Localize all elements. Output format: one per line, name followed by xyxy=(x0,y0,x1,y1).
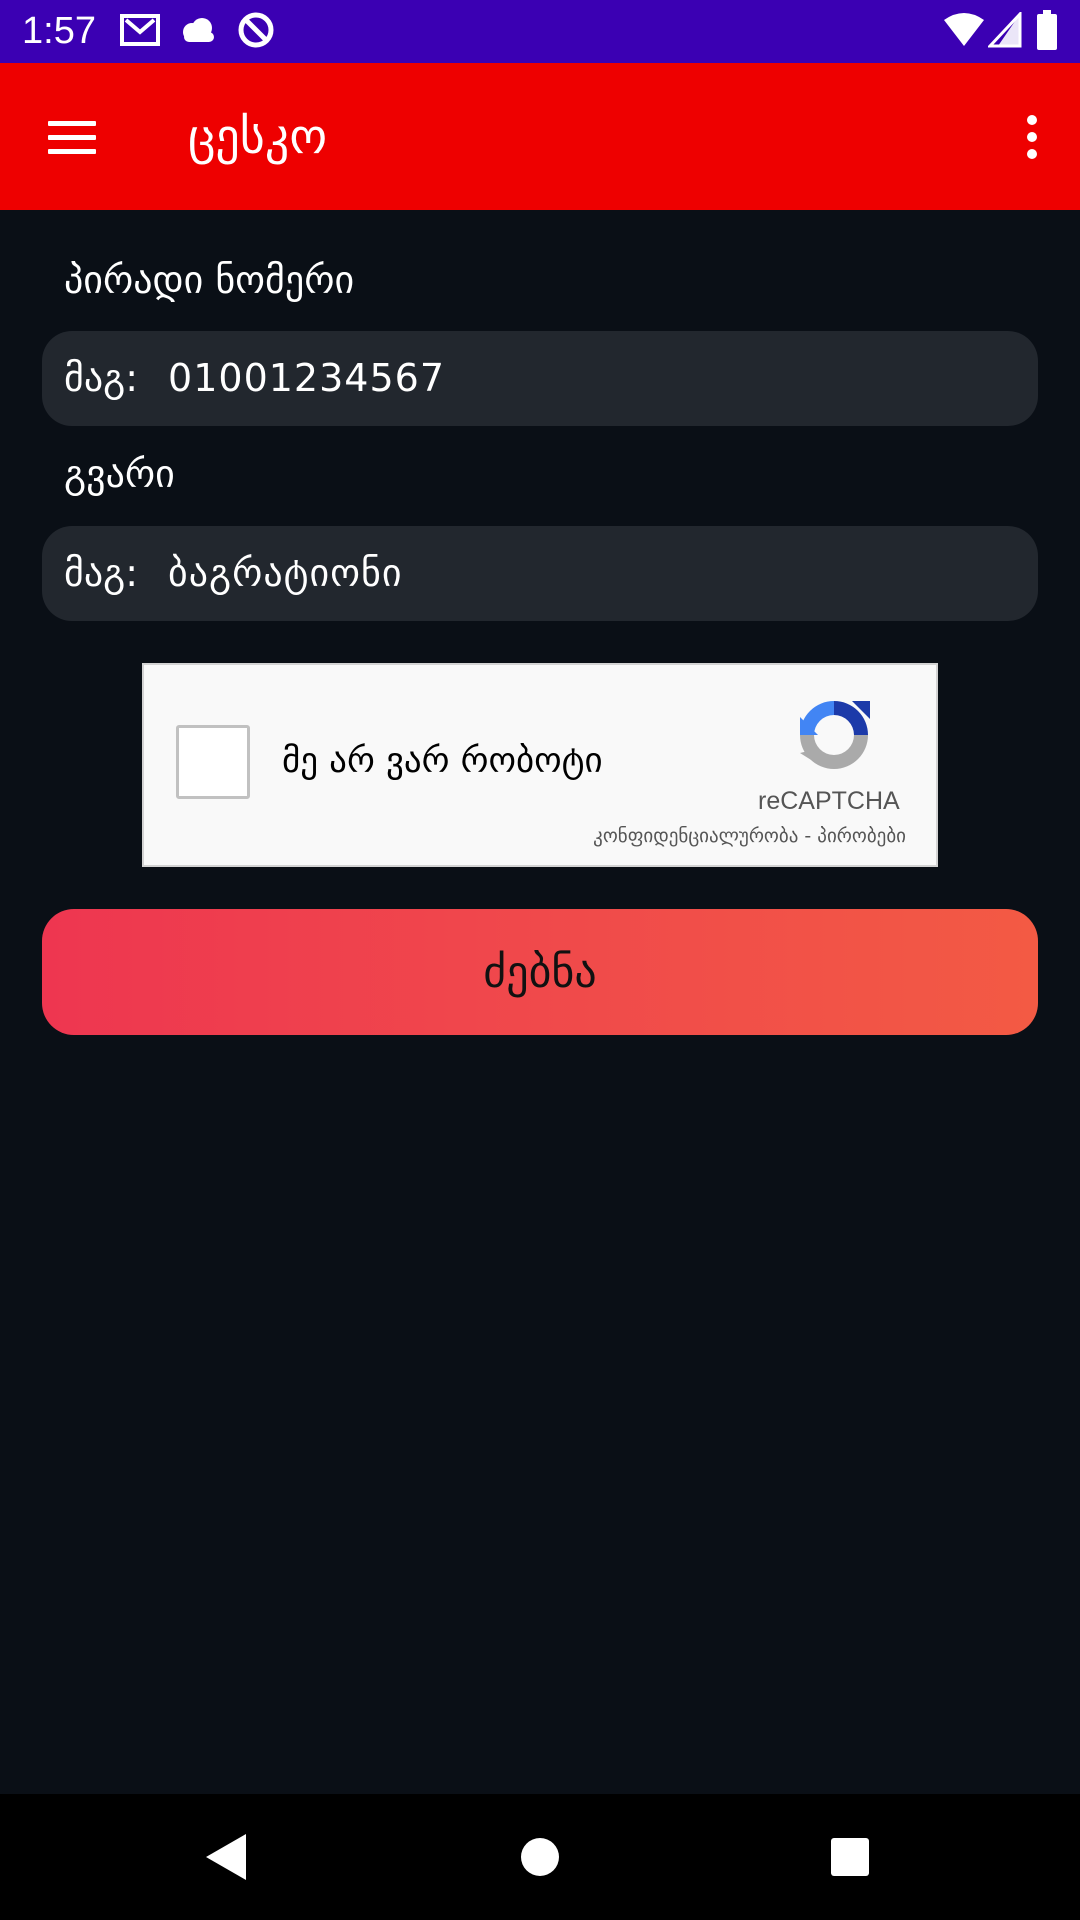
vpn-icon xyxy=(236,10,276,54)
menu-button[interactable] xyxy=(36,105,108,169)
surname-prefix: მაგ: xyxy=(64,551,139,595)
surname-label: გვარი xyxy=(64,452,175,496)
more-options-button[interactable] xyxy=(1002,105,1062,169)
captcha-label: მე არ ვარ რობოტი xyxy=(282,741,603,781)
personal-number-prefix: მაგ: xyxy=(64,356,139,400)
recaptcha-logo-icon xyxy=(792,693,876,781)
app-title: ცესკო xyxy=(188,109,328,165)
surname-placeholder: ბაგრატიონი xyxy=(168,551,403,595)
captcha-checkbox[interactable] xyxy=(176,725,250,799)
recaptcha-brand: reCAPTCHA xyxy=(758,787,900,815)
menu-icon-line xyxy=(48,135,96,140)
more-options-icon-dot xyxy=(1027,115,1037,125)
personal-number-input[interactable]: მაგ: 01001234567 xyxy=(42,331,1038,426)
back-icon xyxy=(206,1834,246,1880)
recents-button[interactable] xyxy=(790,1794,910,1920)
surname-input[interactable]: მაგ: ბაგრატიონი xyxy=(42,526,1038,621)
recaptcha-widget: მე არ ვარ რობოტი reCAPTCHA კონფიდენციალუ… xyxy=(142,663,938,867)
links-separator: - xyxy=(798,825,818,847)
menu-icon-line xyxy=(48,149,96,154)
home-icon xyxy=(521,1838,559,1876)
more-options-icon-dot xyxy=(1027,132,1037,142)
back-button[interactable] xyxy=(166,1794,286,1920)
terms-link[interactable]: პირობები xyxy=(817,825,906,847)
app-bar: ცესკო xyxy=(0,63,1080,210)
search-button-label: ძებნა xyxy=(483,946,597,998)
recents-icon xyxy=(831,1838,869,1876)
wifi-icon xyxy=(944,12,984,52)
personal-number-label: პირადი ნომერი xyxy=(64,258,355,302)
status-time: 1:57 xyxy=(22,10,96,52)
gmail-icon xyxy=(120,12,160,52)
recaptcha-links: კონფიდენციალურობა - პირობები xyxy=(593,825,906,847)
privacy-link[interactable]: კონფიდენციალურობა xyxy=(593,825,798,847)
navigation-bar xyxy=(0,1794,1080,1920)
battery-icon xyxy=(1036,10,1058,54)
status-bar: 1:57 xyxy=(0,0,1080,63)
signal-icon xyxy=(986,10,1022,52)
menu-icon-line xyxy=(48,121,96,126)
search-button[interactable]: ძებნა xyxy=(42,909,1038,1035)
home-button[interactable] xyxy=(480,1794,600,1920)
cloud-icon xyxy=(178,16,218,48)
more-options-icon-dot xyxy=(1027,149,1037,159)
screen: 1:57 ცესკო პირადი ნომერი მაგ: 0100123456… xyxy=(0,0,1080,1920)
personal-number-placeholder: 01001234567 xyxy=(168,356,445,400)
